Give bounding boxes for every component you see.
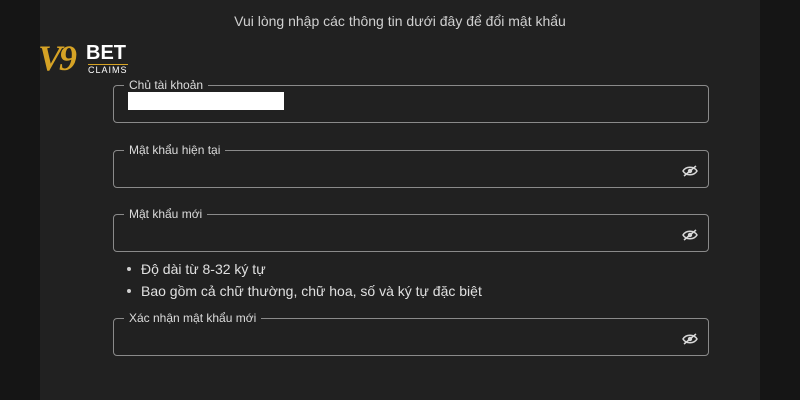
form-instruction: Vui lòng nhập các thông tin dưới đây để … bbox=[234, 13, 566, 29]
current-password-field[interactable]: Mật khẩu hiện tại bbox=[113, 142, 709, 188]
eye-off-icon[interactable] bbox=[682, 332, 698, 345]
password-rule-length: Độ dài từ 8-32 ký tự bbox=[127, 258, 482, 280]
current-password-label: Mật khẩu hiện tại bbox=[124, 142, 226, 158]
logo-claims-text: CLAIMS bbox=[88, 64, 128, 75]
account-holder-label: Chủ tài khoản bbox=[124, 77, 209, 93]
confirm-password-label: Xác nhận mật khẩu mới bbox=[124, 310, 262, 326]
left-background-strip bbox=[0, 0, 40, 400]
password-rule-characters: Bao gồm cả chữ thường, chữ hoa, số và ký… bbox=[127, 280, 482, 302]
v9bet-logo: V9 BET CLAIMS bbox=[38, 38, 134, 82]
eye-off-icon[interactable] bbox=[682, 164, 698, 177]
eye-off-icon[interactable] bbox=[682, 228, 698, 241]
right-background-strip bbox=[760, 0, 800, 400]
password-rules-list: Độ dài từ 8-32 ký tự Bao gồm cả chữ thườ… bbox=[127, 258, 482, 302]
new-password-field[interactable]: Mật khẩu mới bbox=[113, 206, 709, 252]
account-holder-value bbox=[128, 92, 284, 110]
new-password-label: Mật khẩu mới bbox=[124, 206, 208, 222]
logo-mark: V9 bbox=[38, 38, 77, 78]
confirm-password-field[interactable]: Xác nhận mật khẩu mới bbox=[113, 310, 709, 356]
account-holder-field[interactable]: Chủ tài khoản bbox=[113, 77, 709, 123]
logo-bet-text: BET bbox=[86, 42, 126, 64]
